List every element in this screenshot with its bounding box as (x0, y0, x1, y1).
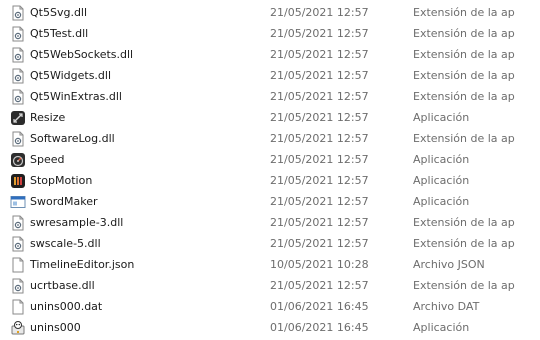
file-row[interactable]: unins000.dat 01/06/2021 16:45 Archivo DA… (0, 296, 540, 317)
file-row[interactable]: Qt5Test.dll 21/05/2021 12:57 Extensión d… (0, 23, 540, 44)
file-date: 01/06/2021 16:45 (270, 300, 369, 313)
file-type: Archivo DAT (413, 300, 480, 313)
file-date: 21/05/2021 12:57 (270, 216, 369, 229)
file-type: Extensión de la ap (413, 6, 515, 19)
file-date: 21/05/2021 12:57 (270, 132, 369, 145)
file-type: Extensión de la ap (413, 216, 515, 229)
file-name: Speed (30, 153, 65, 166)
dll-file-icon (10, 5, 26, 21)
file-date: 21/05/2021 12:57 (270, 6, 369, 19)
file-row[interactable]: SoftwareLog.dll 21/05/2021 12:57 Extensi… (0, 128, 540, 149)
file-row[interactable]: Speed 21/05/2021 12:57 Aplicación (0, 149, 540, 170)
file-date: 21/05/2021 12:57 (270, 153, 369, 166)
file-date: 21/05/2021 12:57 (270, 69, 369, 82)
dll-file-icon (10, 236, 26, 252)
file-name: ucrtbase.dll (30, 279, 95, 292)
file-date: 21/05/2021 12:57 (270, 279, 369, 292)
file-date: 21/05/2021 12:57 (270, 111, 369, 124)
file-name: Resize (30, 111, 66, 124)
file-date: 21/05/2021 12:57 (270, 90, 369, 103)
file-date: 21/05/2021 12:57 (270, 195, 369, 208)
file-name: swresample-3.dll (30, 216, 124, 229)
file-row[interactable]: Qt5Svg.dll 21/05/2021 12:57 Extensión de… (0, 2, 540, 23)
file-list: Qt5Svg.dll 21/05/2021 12:57 Extensión de… (0, 0, 540, 340)
file-row[interactable]: unins000 01/06/2021 16:45 Aplicación (0, 317, 540, 338)
file-name: Qt5Test.dll (30, 27, 89, 40)
file-date: 10/05/2021 10:28 (270, 258, 369, 271)
dll-file-icon (10, 26, 26, 42)
file-row[interactable]: swresample-3.dll 21/05/2021 12:57 Extens… (0, 212, 540, 233)
file-name: unins000.dat (30, 300, 103, 313)
file-type: Extensión de la ap (413, 27, 515, 40)
installer-app-icon (10, 320, 26, 336)
file-name: StopMotion (30, 174, 93, 187)
file-type: Extensión de la ap (413, 90, 515, 103)
file-type: Extensión de la ap (413, 48, 515, 61)
file-row[interactable]: TimelineEditor.json 10/05/2021 10:28 Arc… (0, 254, 540, 275)
speed-app-icon (10, 152, 26, 168)
resize-app-icon (10, 110, 26, 126)
file-name: SoftwareLog.dll (30, 132, 115, 145)
file-type: Extensión de la ap (413, 237, 515, 250)
file-row[interactable]: Qt5Widgets.dll 21/05/2021 12:57 Extensió… (0, 65, 540, 86)
file-row[interactable]: ucrtbase.dll 21/05/2021 12:57 Extensión … (0, 275, 540, 296)
file-date: 01/06/2021 16:45 (270, 321, 369, 334)
file-name: swscale-5.dll (30, 237, 101, 250)
file-type: Aplicación (413, 321, 470, 334)
file-row[interactable]: Qt5WinExtras.dll 21/05/2021 12:57 Extens… (0, 86, 540, 107)
file-date: 21/05/2021 12:57 (270, 27, 369, 40)
file-type: Archivo JSON (413, 258, 485, 271)
file-row[interactable]: Qt5WebSockets.dll 21/05/2021 12:57 Exten… (0, 44, 540, 65)
file-type: Extensión de la ap (413, 279, 515, 292)
file-name: unins000 (30, 321, 81, 334)
file-row[interactable]: SwordMaker 21/05/2021 12:57 Aplicación (0, 191, 540, 212)
file-name: TimelineEditor.json (30, 258, 135, 271)
dll-file-icon (10, 68, 26, 84)
file-type: Extensión de la ap (413, 69, 515, 82)
file-name: Qt5Svg.dll (30, 6, 88, 19)
file-name: Qt5WinExtras.dll (30, 90, 122, 103)
blank-file-icon (10, 257, 26, 273)
dll-file-icon (10, 47, 26, 63)
file-row[interactable]: swscale-5.dll 21/05/2021 12:57 Extensión… (0, 233, 540, 254)
file-date: 21/05/2021 12:57 (270, 237, 369, 250)
dll-file-icon (10, 131, 26, 147)
file-row[interactable]: StopMotion 21/05/2021 12:57 Aplicación (0, 170, 540, 191)
stopmotion-app-icon (10, 173, 26, 189)
file-name: Qt5WebSockets.dll (30, 48, 134, 61)
file-type: Aplicación (413, 195, 470, 208)
file-row[interactable]: Resize 21/05/2021 12:57 Aplicación (0, 107, 540, 128)
dll-file-icon (10, 215, 26, 231)
window-app-icon (10, 194, 26, 210)
file-type: Aplicación (413, 111, 470, 124)
dll-file-icon (10, 278, 26, 294)
file-name: SwordMaker (30, 195, 98, 208)
file-date: 21/05/2021 12:57 (270, 174, 369, 187)
dll-file-icon (10, 89, 26, 105)
file-name: Qt5Widgets.dll (30, 69, 112, 82)
file-type: Extensión de la ap (413, 132, 515, 145)
file-date: 21/05/2021 12:57 (270, 48, 369, 61)
file-type: Aplicación (413, 174, 470, 187)
file-type: Aplicación (413, 153, 470, 166)
blank-file-icon (10, 299, 26, 315)
